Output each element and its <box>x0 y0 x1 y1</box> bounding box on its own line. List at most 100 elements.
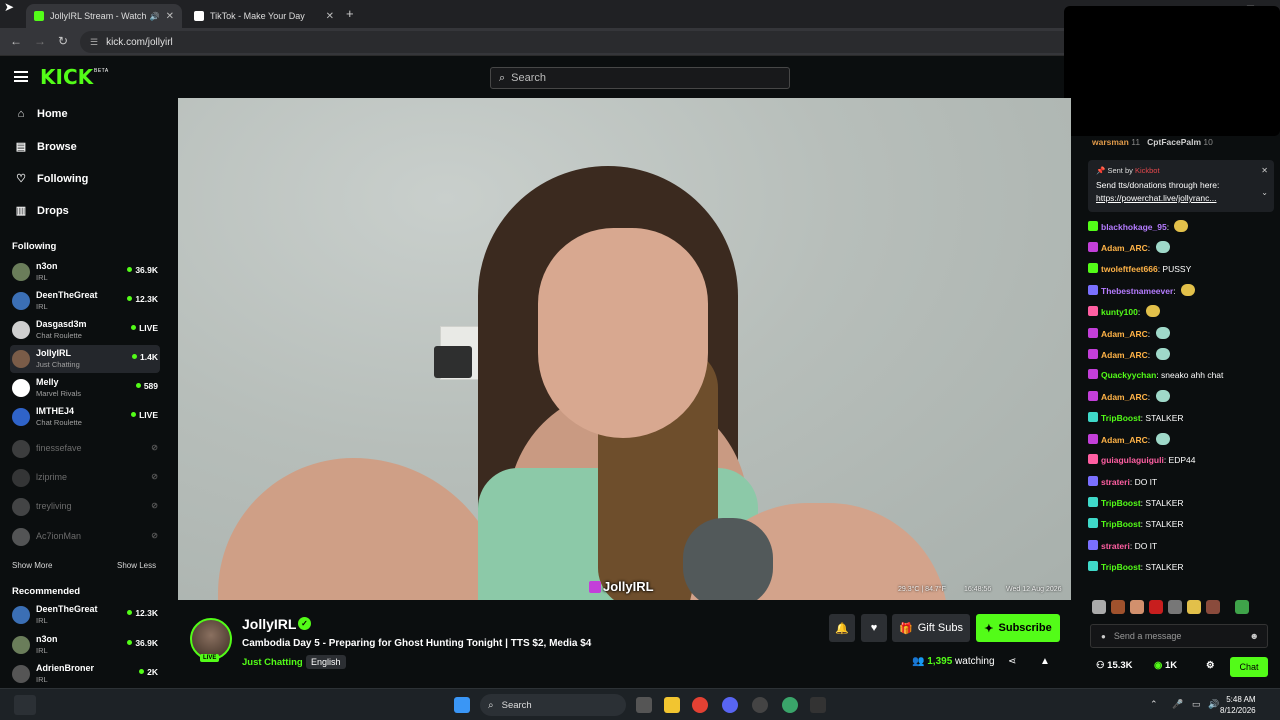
search-input[interactable]: ⌕ Search <box>490 67 790 89</box>
gear-icon[interactable]: ⚙ <box>1206 660 1215 671</box>
pinned-sender-name: Kickbot <box>1134 166 1160 175</box>
tab-title: JollyIRL Stream - Watch Live <box>50 11 146 21</box>
subscribe-button[interactable]: ✦ Subscribe <box>976 614 1060 642</box>
taskbar-search[interactable]: ⌕ Search <box>480 694 626 716</box>
show-less-button[interactable]: Show Less <box>117 561 156 570</box>
gift-subs-button[interactable]: 🎁 Gift Subs <box>892 614 970 642</box>
sidebar-item-following[interactable]: ♡ Following <box>14 172 88 186</box>
microphone-icon[interactable]: 🎤 <box>1172 699 1183 710</box>
file-explorer-icon[interactable] <box>664 697 680 713</box>
emote-icon[interactable] <box>1092 600 1106 614</box>
sidebar-item-drops[interactable]: ▥ Drops <box>14 204 69 218</box>
recommended-n3on[interactable]: n3on IRL 36.9K <box>10 631 160 659</box>
windows-start-icon[interactable] <box>454 697 470 713</box>
chat-message: TripBoost: STALKER <box>1088 560 1184 572</box>
channel-finessefave[interactable]: finessefave ⊘ <box>10 435 160 463</box>
unpin-icon[interactable]: ✕ <box>1261 166 1268 175</box>
chat-username[interactable]: Adam_ARC <box>1101 329 1148 339</box>
channel-ac7ionman[interactable]: Ac7ionMan ⊘ <box>10 523 160 551</box>
menu-icon[interactable] <box>14 71 28 82</box>
viewer-count: 12.3K <box>127 294 158 304</box>
chat-send-button[interactable]: Chat <box>1230 657 1268 677</box>
new-tab-button[interactable]: + <box>346 6 354 21</box>
channel-deenthegreat[interactable]: DeenTheGreat IRL 12.3K <box>10 287 160 315</box>
chat-settings-icon[interactable]: ● <box>1101 632 1106 641</box>
channel-jollyirl[interactable]: JollyIRL Just Chatting 1.4K <box>10 345 160 373</box>
chat-badge-icon <box>1088 262 1098 273</box>
browse-icon: ▤ <box>15 141 27 153</box>
chat-username[interactable]: TripBoost <box>1101 519 1141 529</box>
tab-jollyirl[interactable]: JollyIRL Stream - Watch Live 🔊 ✕ <box>26 4 182 28</box>
chat-username[interactable]: Adam_ARC <box>1101 350 1148 360</box>
chat-input[interactable]: ● Send a message ☻ <box>1090 624 1268 648</box>
emoji-icon[interactable]: ☻ <box>1250 631 1259 641</box>
video-player[interactable]: JollyIRL 29.3°C | 84.7°F 16:48:56 Wed 12… <box>178 98 1071 600</box>
system-clock[interactable]: 5:48 AM 8/12/2026 <box>1220 694 1256 716</box>
task-view-icon[interactable] <box>636 697 652 713</box>
channel-melly[interactable]: Melly Marvel Rivals 589 <box>10 374 160 402</box>
channel-treyliving[interactable]: treyliving ⊘ <box>10 493 160 521</box>
chat-username[interactable]: strateri <box>1101 477 1130 487</box>
notification-bell-button[interactable]: 🔔 <box>829 614 855 642</box>
chat-username[interactable]: TripBoost <box>1101 562 1141 572</box>
close-tab-icon[interactable]: ✕ <box>166 11 174 22</box>
language-tag[interactable]: English <box>306 655 346 669</box>
emote-icon[interactable] <box>1130 600 1144 614</box>
chat-username[interactable]: TripBoost <box>1101 413 1141 423</box>
chat-username[interactable]: Thebestnameever <box>1101 286 1173 296</box>
discord-icon[interactable] <box>722 697 738 713</box>
report-icon[interactable]: ▲ <box>1040 656 1050 667</box>
recommended-deenthegreat[interactable]: DeenTheGreat IRL 12.3K <box>10 601 160 629</box>
chat-username[interactable]: twoleftfeet666 <box>1101 264 1158 274</box>
chat-username[interactable]: strateri <box>1101 541 1130 551</box>
terminal-icon[interactable] <box>810 697 826 713</box>
date-overlay: Wed 12 Aug 2026 <box>1006 586 1062 593</box>
follow-heart-button[interactable]: ♥ <box>861 614 887 642</box>
show-more-button[interactable]: Show More <box>12 561 52 570</box>
chat-username[interactable]: Adam_ARC <box>1101 392 1148 402</box>
emote-icon[interactable] <box>1235 600 1249 614</box>
forward-icon[interactable]: → <box>34 34 46 48</box>
display-icon[interactable]: ▭ <box>1192 699 1201 710</box>
emote-icon[interactable] <box>1206 600 1220 614</box>
reload-icon[interactable]: ↻ <box>58 34 68 48</box>
chat-username[interactable]: Adam_ARC <box>1101 435 1148 445</box>
streamer-name[interactable]: JollyIRL <box>242 616 296 632</box>
tab-tiktok[interactable]: TikTok - Make Your Day ✕ <box>186 4 342 28</box>
tray-chevron-icon[interactable]: ⌃ <box>1150 699 1158 710</box>
stream-category[interactable]: Just Chatting <box>242 657 303 668</box>
widgets-icon[interactable] <box>14 695 36 715</box>
app-icon[interactable] <box>752 697 768 713</box>
star-icon: ✦ <box>984 622 994 635</box>
sidebar-item-home[interactable]: ⌂ Home <box>14 108 68 120</box>
channel-lziprime[interactable]: lziprime ⊘ <box>10 464 160 492</box>
chat-message: twoleftfeet666: PUSSY <box>1088 262 1191 274</box>
recommended-adrienbroner[interactable]: AdrienBroner IRL 2K <box>10 660 160 688</box>
chat-username[interactable]: guiagulaguiguli <box>1101 455 1164 465</box>
share-icon[interactable]: ⋖ <box>1008 656 1016 667</box>
search-icon: ⌕ <box>499 71 506 84</box>
close-tab-icon[interactable]: ✕ <box>326 11 334 22</box>
pinned-link[interactable]: https://powerchat.live/jollyranc... <box>1096 193 1216 203</box>
emote-icon[interactable] <box>1168 600 1182 614</box>
channel-name: n3on <box>36 634 58 644</box>
chat-username[interactable]: Quackyychan <box>1101 370 1156 380</box>
back-icon[interactable]: ← <box>10 34 22 48</box>
site-info-icon[interactable]: ☰ <box>90 37 98 48</box>
kick-logo[interactable]: KICK <box>40 65 93 89</box>
emote-icon[interactable] <box>1149 600 1163 614</box>
chat-username[interactable]: TripBoost <box>1101 498 1141 508</box>
chrome-active-icon[interactable] <box>782 697 798 713</box>
chevron-down-icon[interactable]: ⌄ <box>1261 188 1268 197</box>
channel-dasgasd3m[interactable]: Dasgasd3m Chat Roulette LIVE <box>10 316 160 344</box>
chat-username[interactable]: Adam_ARC <box>1101 243 1148 253</box>
emote-icon[interactable] <box>1111 600 1125 614</box>
chat-username[interactable]: kunty100 <box>1101 307 1138 317</box>
chrome-icon[interactable] <box>692 697 708 713</box>
volume-icon[interactable]: 🔊 <box>1208 699 1219 710</box>
chat-username[interactable]: blackhokage_95 <box>1101 222 1167 232</box>
channel-imthej4[interactable]: IMTHEJ4 Chat Roulette LIVE <box>10 403 160 431</box>
emote-icon[interactable] <box>1187 600 1201 614</box>
sidebar-item-browse[interactable]: ▤ Browse <box>14 140 77 154</box>
channel-n3on[interactable]: n3on IRL 36.9K <box>10 258 160 286</box>
